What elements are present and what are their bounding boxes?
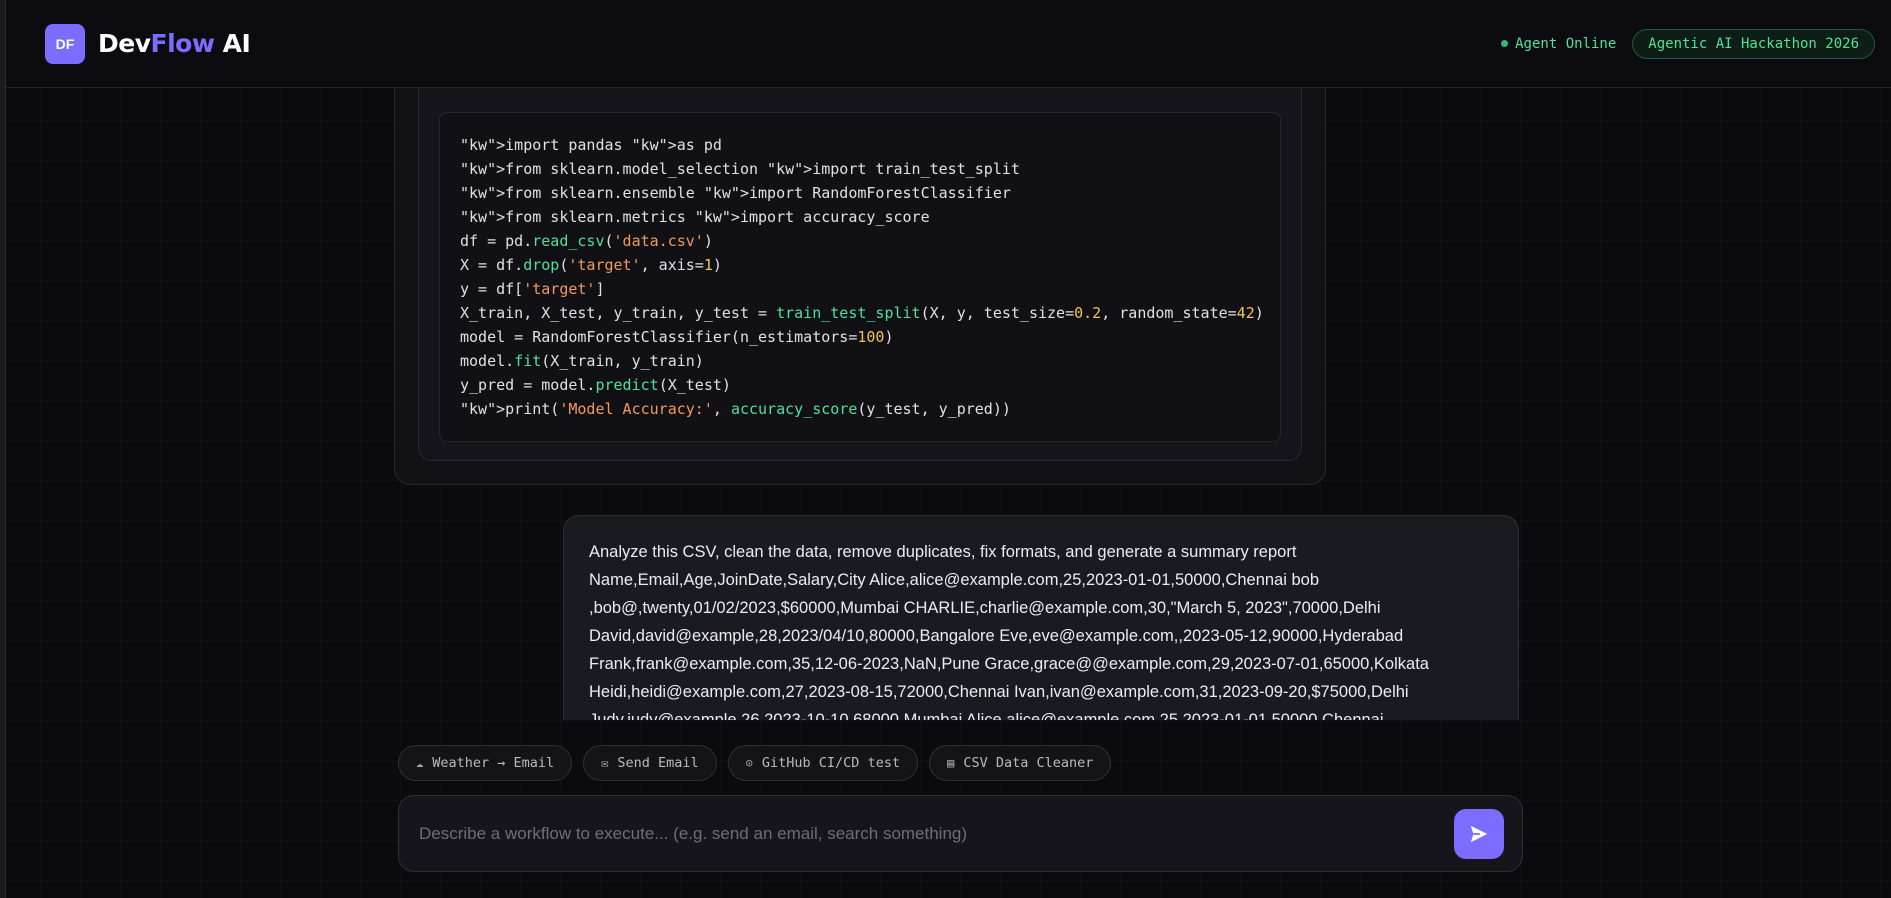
code-token: 'target': [568, 256, 641, 274]
code-token: (X_test): [658, 376, 731, 394]
code-token: 100: [857, 328, 885, 346]
code-token: model.: [460, 352, 515, 370]
workflow-prompt-input[interactable]: [419, 823, 1454, 844]
message-line: Name,Email,Age,JoinDate,Salary,City Alic…: [589, 571, 1320, 589]
header-right: Agent Online Agentic AI Hackathon 2026: [1501, 28, 1875, 59]
code-token: predict: [595, 376, 659, 394]
code-token: (X, y, test_size=: [920, 304, 1075, 322]
code-token: ): [884, 328, 894, 346]
composer: [398, 795, 1523, 872]
brand-name: DevFlow AI: [98, 29, 251, 58]
document-icon: ▤: [947, 756, 955, 770]
code-token: train_test_split: [776, 304, 921, 322]
agent-status: Agent Online: [1501, 36, 1616, 52]
code-line: "kw">from sklearn.metrics "kw">import ac…: [460, 205, 1260, 229]
brand-name-part-flow: Flow: [150, 29, 215, 58]
code-line: "kw">from sklearn.ensemble "kw">import R…: [460, 181, 1260, 205]
code-line: y_pred = model.predict(X_test): [460, 373, 1260, 397]
app-header: DF DevFlow AI Agent Online Agentic AI Ha…: [6, 0, 1891, 88]
code-block: "kw">import pandas "kw">as pd "kw">from s…: [439, 112, 1281, 442]
code-line: model.fit(X_train, y_train): [460, 349, 1260, 373]
code-token: ,: [712, 400, 731, 418]
code-token: ]: [595, 280, 605, 298]
code-token: , random_state=: [1101, 304, 1237, 322]
code-token: accuracy_score: [730, 400, 858, 418]
quick-action-chip-label: Weather → Email: [432, 755, 555, 771]
code-token: "kw">from sklearn.ensemble "kw">import R…: [460, 184, 1011, 202]
brand-name-part-dev: Dev: [98, 29, 151, 58]
code-token: fit: [514, 352, 542, 370]
code-token: 0.2: [1074, 304, 1102, 322]
brand[interactable]: DF DevFlow AI: [45, 23, 251, 64]
event-badge: Agentic AI Hackathon 2026: [1632, 28, 1875, 59]
message-line: Frank,frank@example.com,35,12-06-2023,Na…: [589, 655, 1429, 673]
code-token: "kw">from sklearn.metrics "kw">import ac…: [460, 208, 930, 226]
message-line: Judy,judy@example,26,2023-10-10,68000,Mu…: [589, 711, 1384, 720]
code-line: X_train, X_test, y_train, y_test = train…: [460, 301, 1264, 325]
code-token: 1: [703, 256, 713, 274]
message-line: Analyze this CSV, clean the data, remove…: [589, 543, 1297, 561]
window-left-edge: [0, 0, 6, 898]
code-line: "kw">from sklearn.model_selection "kw">i…: [460, 157, 1260, 181]
code-line: y = df['target']: [460, 277, 1260, 301]
assistant-message-card: "kw">import pandas "kw">as pd "kw">from s…: [394, 60, 1326, 485]
quick-action-chips: ☁ Weather → Email ✉ Send Email ⊙ GitHub CI/CD…: [398, 745, 1112, 781]
quick-action-chip-label: Send Email: [617, 755, 699, 771]
code-line: df = pd.read_csv('data.csv'): [460, 229, 1260, 253]
code-token: drop: [523, 256, 560, 274]
code-token: ): [712, 256, 722, 274]
code-token: 42: [1236, 304, 1255, 322]
quick-action-chip[interactable]: ☁ Weather → Email: [398, 745, 573, 781]
code-token: X_train, X_test, y_train, y_test =: [460, 304, 777, 322]
code-token: (: [604, 232, 614, 250]
code-token: y = df[: [460, 280, 524, 298]
code-token: model = RandomForestClassifier(n_estimat…: [460, 328, 858, 346]
code-token: "kw">print(: [460, 400, 560, 418]
code-token: 'Model Accuracy:': [559, 400, 713, 418]
agent-status-label: Agent Online: [1515, 35, 1617, 52]
message-line: Heidi,heidi@example.com,27,2023-08-15,72…: [589, 683, 1409, 701]
message-line: David,david@example,28,2023/04/10,80000,…: [589, 627, 1404, 645]
code-token: "kw">import pandas "kw">as pd: [460, 136, 722, 154]
github-icon: ⊙: [745, 756, 753, 770]
send-button[interactable]: [1454, 808, 1504, 859]
code-token: ): [1254, 304, 1264, 322]
code-token: (X_train, y_train): [541, 352, 704, 370]
code-token: "kw">from sklearn.model_selection "kw">i…: [460, 160, 1020, 178]
code-token: ): [703, 232, 713, 250]
user-message-bubble: Analyze this CSV, clean the data, remove…: [563, 515, 1519, 720]
cloud-icon: ☁: [416, 756, 424, 770]
code-token: read_csv: [532, 232, 605, 250]
code-line: X = df.drop('target', axis=1): [460, 253, 1260, 277]
mail-icon: ✉: [601, 756, 609, 770]
quick-action-chip-label: GitHub CI/CD test: [761, 755, 901, 771]
quick-action-chip[interactable]: ⊙ GitHub CI/CD test: [727, 745, 919, 781]
send-icon: [1470, 825, 1488, 842]
brand-name-part-ai: AI: [214, 29, 251, 58]
code-token: , axis=: [640, 256, 704, 274]
code-line: "kw">print('Model Accuracy:', accuracy_s…: [460, 397, 1260, 421]
quick-action-chip[interactable]: ▤ CSV Data Cleaner: [929, 745, 1112, 781]
code-token: 'target': [523, 280, 596, 298]
quick-action-chip[interactable]: ✉ Send Email: [583, 745, 717, 781]
code-token: X = df.: [460, 256, 524, 274]
logo-badge: DF: [45, 23, 85, 64]
quick-action-chip-label: CSV Data Cleaner: [963, 755, 1094, 771]
status-dot-icon: [1501, 40, 1509, 47]
code-token: (y_test, y_pred)): [857, 400, 1011, 418]
code-line: "kw">import pandas "kw">as pd: [460, 133, 1260, 157]
code-panel: "kw">import pandas "kw">as pd "kw">from s…: [418, 61, 1302, 461]
code-token: y_pred = model.: [460, 376, 596, 394]
message-line: ,bob@,twenty,01/02/2023,$60000,Mumbai CH…: [589, 599, 1381, 617]
code-token: df = pd.: [460, 232, 533, 250]
code-line: model = RandomForestClassifier(n_estimat…: [460, 325, 1260, 349]
code-token: 'data.csv': [613, 232, 704, 250]
